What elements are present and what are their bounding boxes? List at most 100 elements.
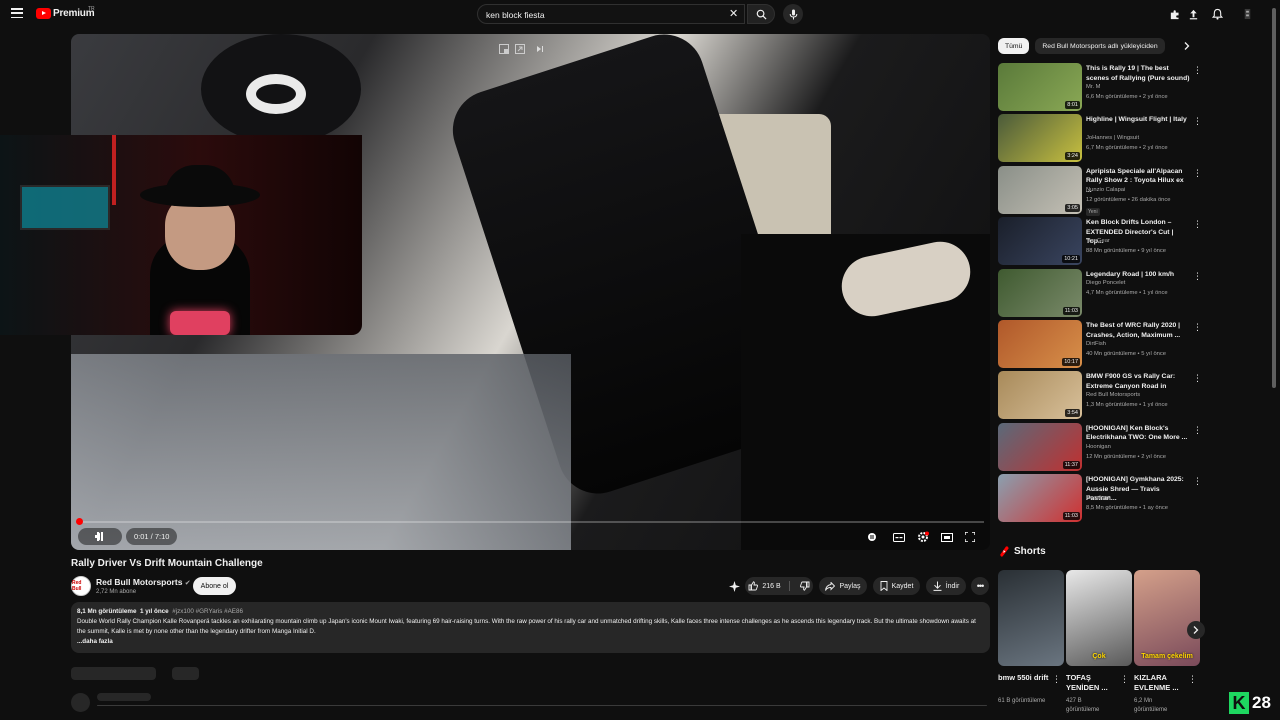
- recommended-channel[interactable]: Hoonigan: [1086, 444, 1111, 450]
- thumbs-up-icon: [748, 581, 759, 591]
- more-vertical-icon[interactable]: ⋮: [1193, 219, 1202, 230]
- ask-ai-button[interactable]: [727, 579, 741, 593]
- video-thumbnail[interactable]: 3:24: [998, 114, 1082, 163]
- volume-button[interactable]: [91, 530, 109, 544]
- video-thumbnail[interactable]: 10:17: [998, 320, 1082, 368]
- top-bar: Premium TR ken block fiesta ✕: [0, 0, 1280, 28]
- shorts-next-button[interactable]: [1187, 621, 1205, 639]
- recommended-video[interactable]: 3:24 Highline | Wingsuit Flight | Italy Jo…: [998, 114, 1203, 163]
- short-thumbnail[interactable]: Çok: [1066, 570, 1132, 666]
- video-thumbnail[interactable]: 10:21: [998, 217, 1082, 266]
- recommended-meta: 8,5 Mn görüntüleme • 1 ay önce: [1086, 505, 1168, 512]
- recommended-video-title[interactable]: BMW F900 GS vs Rally Car: Extreme Canyon…: [1086, 372, 1191, 391]
- chips-next-icon[interactable]: [1181, 40, 1193, 52]
- recommended-video[interactable]: 11:03 [HOONIGAN] Gymkhana 2025: Aussie Sh…: [998, 474, 1203, 523]
- extension-icon[interactable]: [1167, 7, 1181, 21]
- like-button[interactable]: 216 B: [748, 581, 790, 591]
- recommended-video[interactable]: 10:17 The Best of WRC Rally 2020 | Crashe…: [998, 320, 1203, 368]
- account-avatar[interactable]: [1240, 7, 1254, 21]
- download-button[interactable]: İndir: [926, 577, 966, 595]
- description-text: Double World Rally Champion Kalle Rovanp…: [77, 618, 976, 635]
- youtube-logo[interactable]: Premium: [36, 8, 95, 19]
- subscribe-button[interactable]: Abone ol: [193, 577, 236, 595]
- upload-icon[interactable]: [1186, 7, 1200, 21]
- fullscreen-button[interactable]: [964, 531, 976, 543]
- more-vertical-icon[interactable]: ⋮: [1052, 674, 1061, 685]
- microphone-shape: [170, 311, 230, 335]
- more-vertical-icon[interactable]: ⋮: [1193, 322, 1202, 333]
- recommended-video[interactable]: 3:05 Apripista Speciale all'Alpacan Rally…: [998, 165, 1203, 216]
- autoplay-toggle[interactable]: [866, 531, 878, 543]
- next-icon[interactable]: [534, 43, 546, 55]
- recommended-video-title[interactable]: Highline | Wingsuit Flight | Italy: [1086, 115, 1191, 125]
- video-thumbnail[interactable]: 3:05: [998, 165, 1082, 214]
- more-actions-button[interactable]: •••: [971, 577, 989, 595]
- short-title[interactable]: KIZLARA EVLENME ...: [1134, 673, 1186, 693]
- voice-search-button[interactable]: [783, 4, 803, 24]
- recommended-channel[interactable]: JoHannes | Wingsuit: [1086, 135, 1139, 141]
- video-thumbnail[interactable]: 8:01: [998, 63, 1082, 111]
- recommended-channel[interactable]: Top Gear: [1086, 238, 1110, 244]
- recommended-video[interactable]: 3:54 BMW F900 GS vs Rally Car: Extreme Ca…: [998, 371, 1203, 420]
- progress-scrubber[interactable]: [76, 518, 83, 525]
- chip-from-uploader[interactable]: Red Bull Motorsports adlı yükleyiciden: [1035, 38, 1165, 54]
- video-thumbnail[interactable]: 11:03: [998, 268, 1082, 317]
- recommended-channel[interactable]: Mr. M: [1086, 84, 1101, 90]
- recommended-video[interactable]: 8:01 This is Rally 19 | The best scenes o…: [998, 63, 1203, 111]
- recommended-video-title[interactable]: This is Rally 19 | The best scenes of Ra…: [1086, 64, 1191, 83]
- recommended-video-title[interactable]: The Best of WRC Rally 2020 | Crashes, Ac…: [1086, 321, 1191, 340]
- pip-icon[interactable]: [514, 43, 526, 55]
- recommended-channel[interactable]: Red Bull Motorsports: [1086, 392, 1140, 398]
- more-vertical-icon[interactable]: ⋮: [1193, 168, 1202, 179]
- more-vertical-icon[interactable]: ⋮: [1193, 65, 1202, 76]
- recommended-video[interactable]: 11:37 [HOONIGAN] Ken Block's Electrikhana…: [998, 422, 1203, 471]
- channel-avatar[interactable]: Red Bull: [71, 576, 91, 596]
- recommended-video-title[interactable]: [HOONIGAN] Ken Block's Electrikhana TWO:…: [1086, 424, 1191, 443]
- recommended-video[interactable]: 11:03 Legendary Road | 100 km/h Diego Ponc…: [998, 268, 1203, 317]
- video-thumbnail[interactable]: 11:03: [998, 474, 1082, 523]
- shorts-heading: Shorts: [1000, 546, 1046, 557]
- menu-icon[interactable]: [11, 8, 23, 19]
- show-more-link[interactable]: ...daha fazla: [77, 637, 984, 647]
- more-vertical-icon[interactable]: ⋮: [1193, 116, 1202, 127]
- more-vertical-icon[interactable]: ⋮: [1188, 674, 1197, 685]
- recommended-video[interactable]: 10:21 Ken Block Drifts London – EXTENDED …: [998, 217, 1203, 266]
- short-thumbnail[interactable]: Tamam çekelim: [1134, 570, 1200, 666]
- miniplayer-icon[interactable]: [498, 43, 510, 55]
- more-vertical-icon[interactable]: ⋮: [1193, 425, 1202, 436]
- recommended-video-title[interactable]: Legendary Road | 100 km/h: [1086, 270, 1191, 280]
- short-thumbnail[interactable]: [998, 570, 1064, 666]
- short-title[interactable]: bmw 550i drift: [998, 673, 1050, 683]
- more-vertical-icon[interactable]: ⋮: [1193, 476, 1202, 487]
- recommended-channel[interactable]: Diego Poncelet: [1086, 280, 1125, 286]
- page-scrollbar[interactable]: [1272, 8, 1276, 388]
- hashtags[interactable]: #jzx100 #GRYaris #AE86: [172, 608, 243, 615]
- settings-button[interactable]: [916, 530, 930, 544]
- theater-mode-button[interactable]: [940, 531, 953, 543]
- dislike-button[interactable]: [794, 581, 810, 591]
- more-vertical-icon[interactable]: ⋮: [1193, 271, 1202, 282]
- more-vertical-icon[interactable]: ⋮: [1120, 674, 1129, 685]
- share-button[interactable]: Paylaş: [819, 577, 867, 595]
- recommended-channel[interactable]: Hoonigan: [1086, 495, 1111, 501]
- new-badge: Yeni: [1086, 207, 1100, 216]
- chip-all[interactable]: Tümü: [998, 38, 1030, 54]
- video-thumbnail[interactable]: 3:54: [998, 371, 1082, 420]
- recommended-channel[interactable]: DirtFish: [1086, 341, 1106, 347]
- more-vertical-icon[interactable]: ⋮: [1193, 373, 1202, 384]
- recommended-channel[interactable]: Nunzio Calapai: [1086, 187, 1125, 193]
- video-thumbnail[interactable]: 11:37: [998, 422, 1082, 471]
- notifications-bell-icon[interactable]: [1210, 7, 1224, 21]
- description-box[interactable]: 8,1 Mn görüntüleme 1 yıl önce #jzx100 #G…: [71, 602, 990, 653]
- progress-bar[interactable]: [79, 521, 984, 523]
- search-input[interactable]: ken block fiesta: [477, 4, 745, 24]
- loading-placeholder: [71, 667, 156, 680]
- search-button[interactable]: [747, 4, 775, 24]
- save-button[interactable]: Kaydet: [873, 577, 920, 595]
- subtitles-button[interactable]: [892, 531, 905, 543]
- video-duration: 11:03: [1062, 306, 1080, 315]
- clear-search-icon[interactable]: ✕: [729, 7, 738, 20]
- channel-name[interactable]: Red Bull Motorsports ✔: [96, 577, 191, 587]
- short-title[interactable]: TOFAŞ YENİDEN ...: [1066, 673, 1118, 693]
- download-label: İndir: [945, 582, 960, 590]
